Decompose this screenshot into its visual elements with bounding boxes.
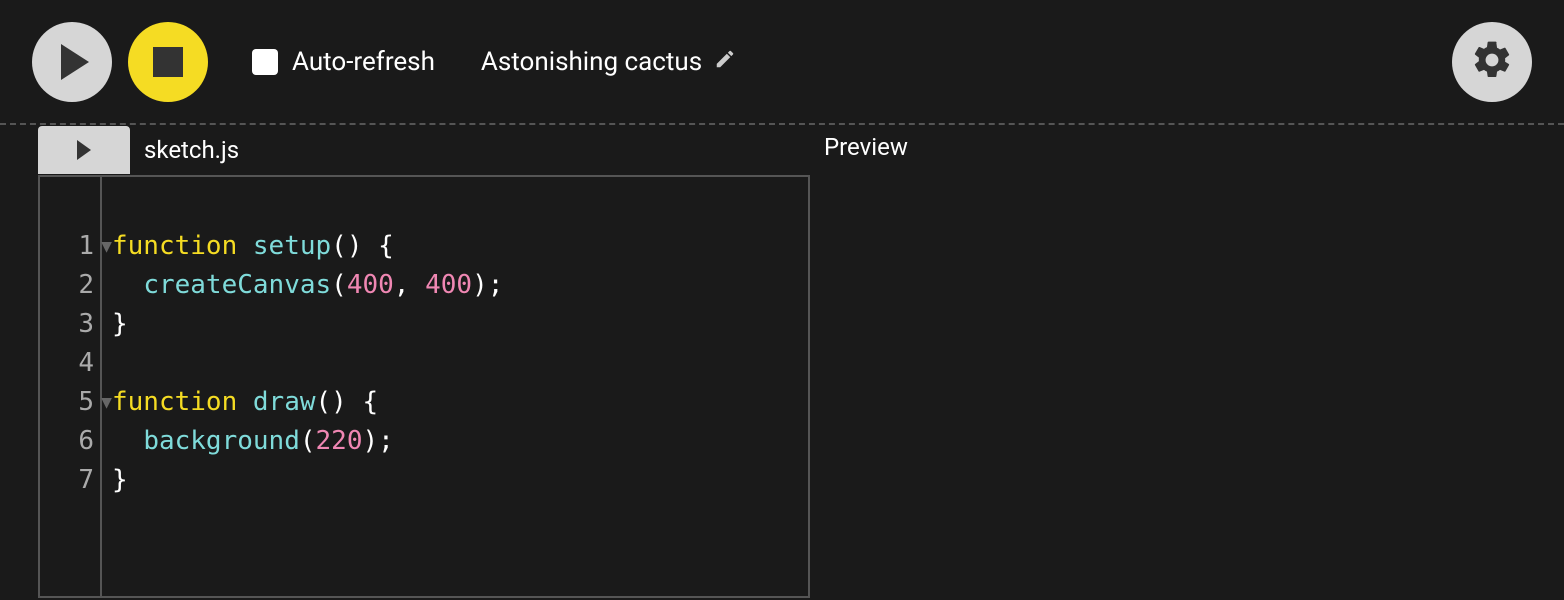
main-area: sketch.js 1▼2345▼67 function setup() { c… [0,125,1564,598]
file-header: sketch.js [38,125,810,175]
preview-panel: Preview [810,125,1564,598]
line-number: 2 [40,266,94,305]
settings-button[interactable] [1452,22,1532,102]
file-name: sketch.js [144,136,239,164]
sketch-name[interactable]: Astonishing cactus [481,47,736,77]
code-editor[interactable]: 1▼2345▼67 function setup() { createCanva… [38,175,810,598]
code-line[interactable]: } [112,461,808,500]
sketch-name-text: Astonishing cactus [481,47,702,77]
code-content[interactable]: function setup() { createCanvas(400, 400… [102,177,808,596]
line-number: 4 [40,344,94,383]
line-number: 1▼ [40,227,94,266]
line-number: 6 [40,422,94,461]
editor-panel: sketch.js 1▼2345▼67 function setup() { c… [0,125,810,598]
code-line[interactable]: createCanvas(400, 400); [112,266,808,305]
expand-sidebar-button[interactable] [38,126,130,174]
line-number: 3 [40,305,94,344]
fold-toggle-icon[interactable]: ▼ [101,383,112,422]
toolbar: Auto-refresh Astonishing cactus [0,0,1564,125]
play-icon [61,44,89,80]
line-number: 7 [40,461,94,500]
fold-toggle-icon[interactable]: ▼ [101,227,112,266]
code-line[interactable] [112,344,808,383]
chevron-right-icon [77,140,91,160]
auto-refresh-label: Auto-refresh [292,47,435,77]
code-line[interactable]: } [112,305,808,344]
auto-refresh-toggle: Auto-refresh [252,47,435,77]
line-number: 5▼ [40,383,94,422]
preview-title: Preview [824,133,1564,161]
stop-button[interactable] [128,22,208,102]
line-number-gutter: 1▼2345▼67 [40,177,102,596]
gear-icon [1470,38,1514,85]
play-button[interactable] [32,22,112,102]
code-line[interactable]: function setup() { [112,227,808,266]
code-line[interactable]: function draw() { [112,383,808,422]
stop-icon [153,47,183,77]
pencil-icon [714,47,736,77]
auto-refresh-checkbox[interactable] [252,49,278,75]
code-line[interactable]: background(220); [112,422,808,461]
